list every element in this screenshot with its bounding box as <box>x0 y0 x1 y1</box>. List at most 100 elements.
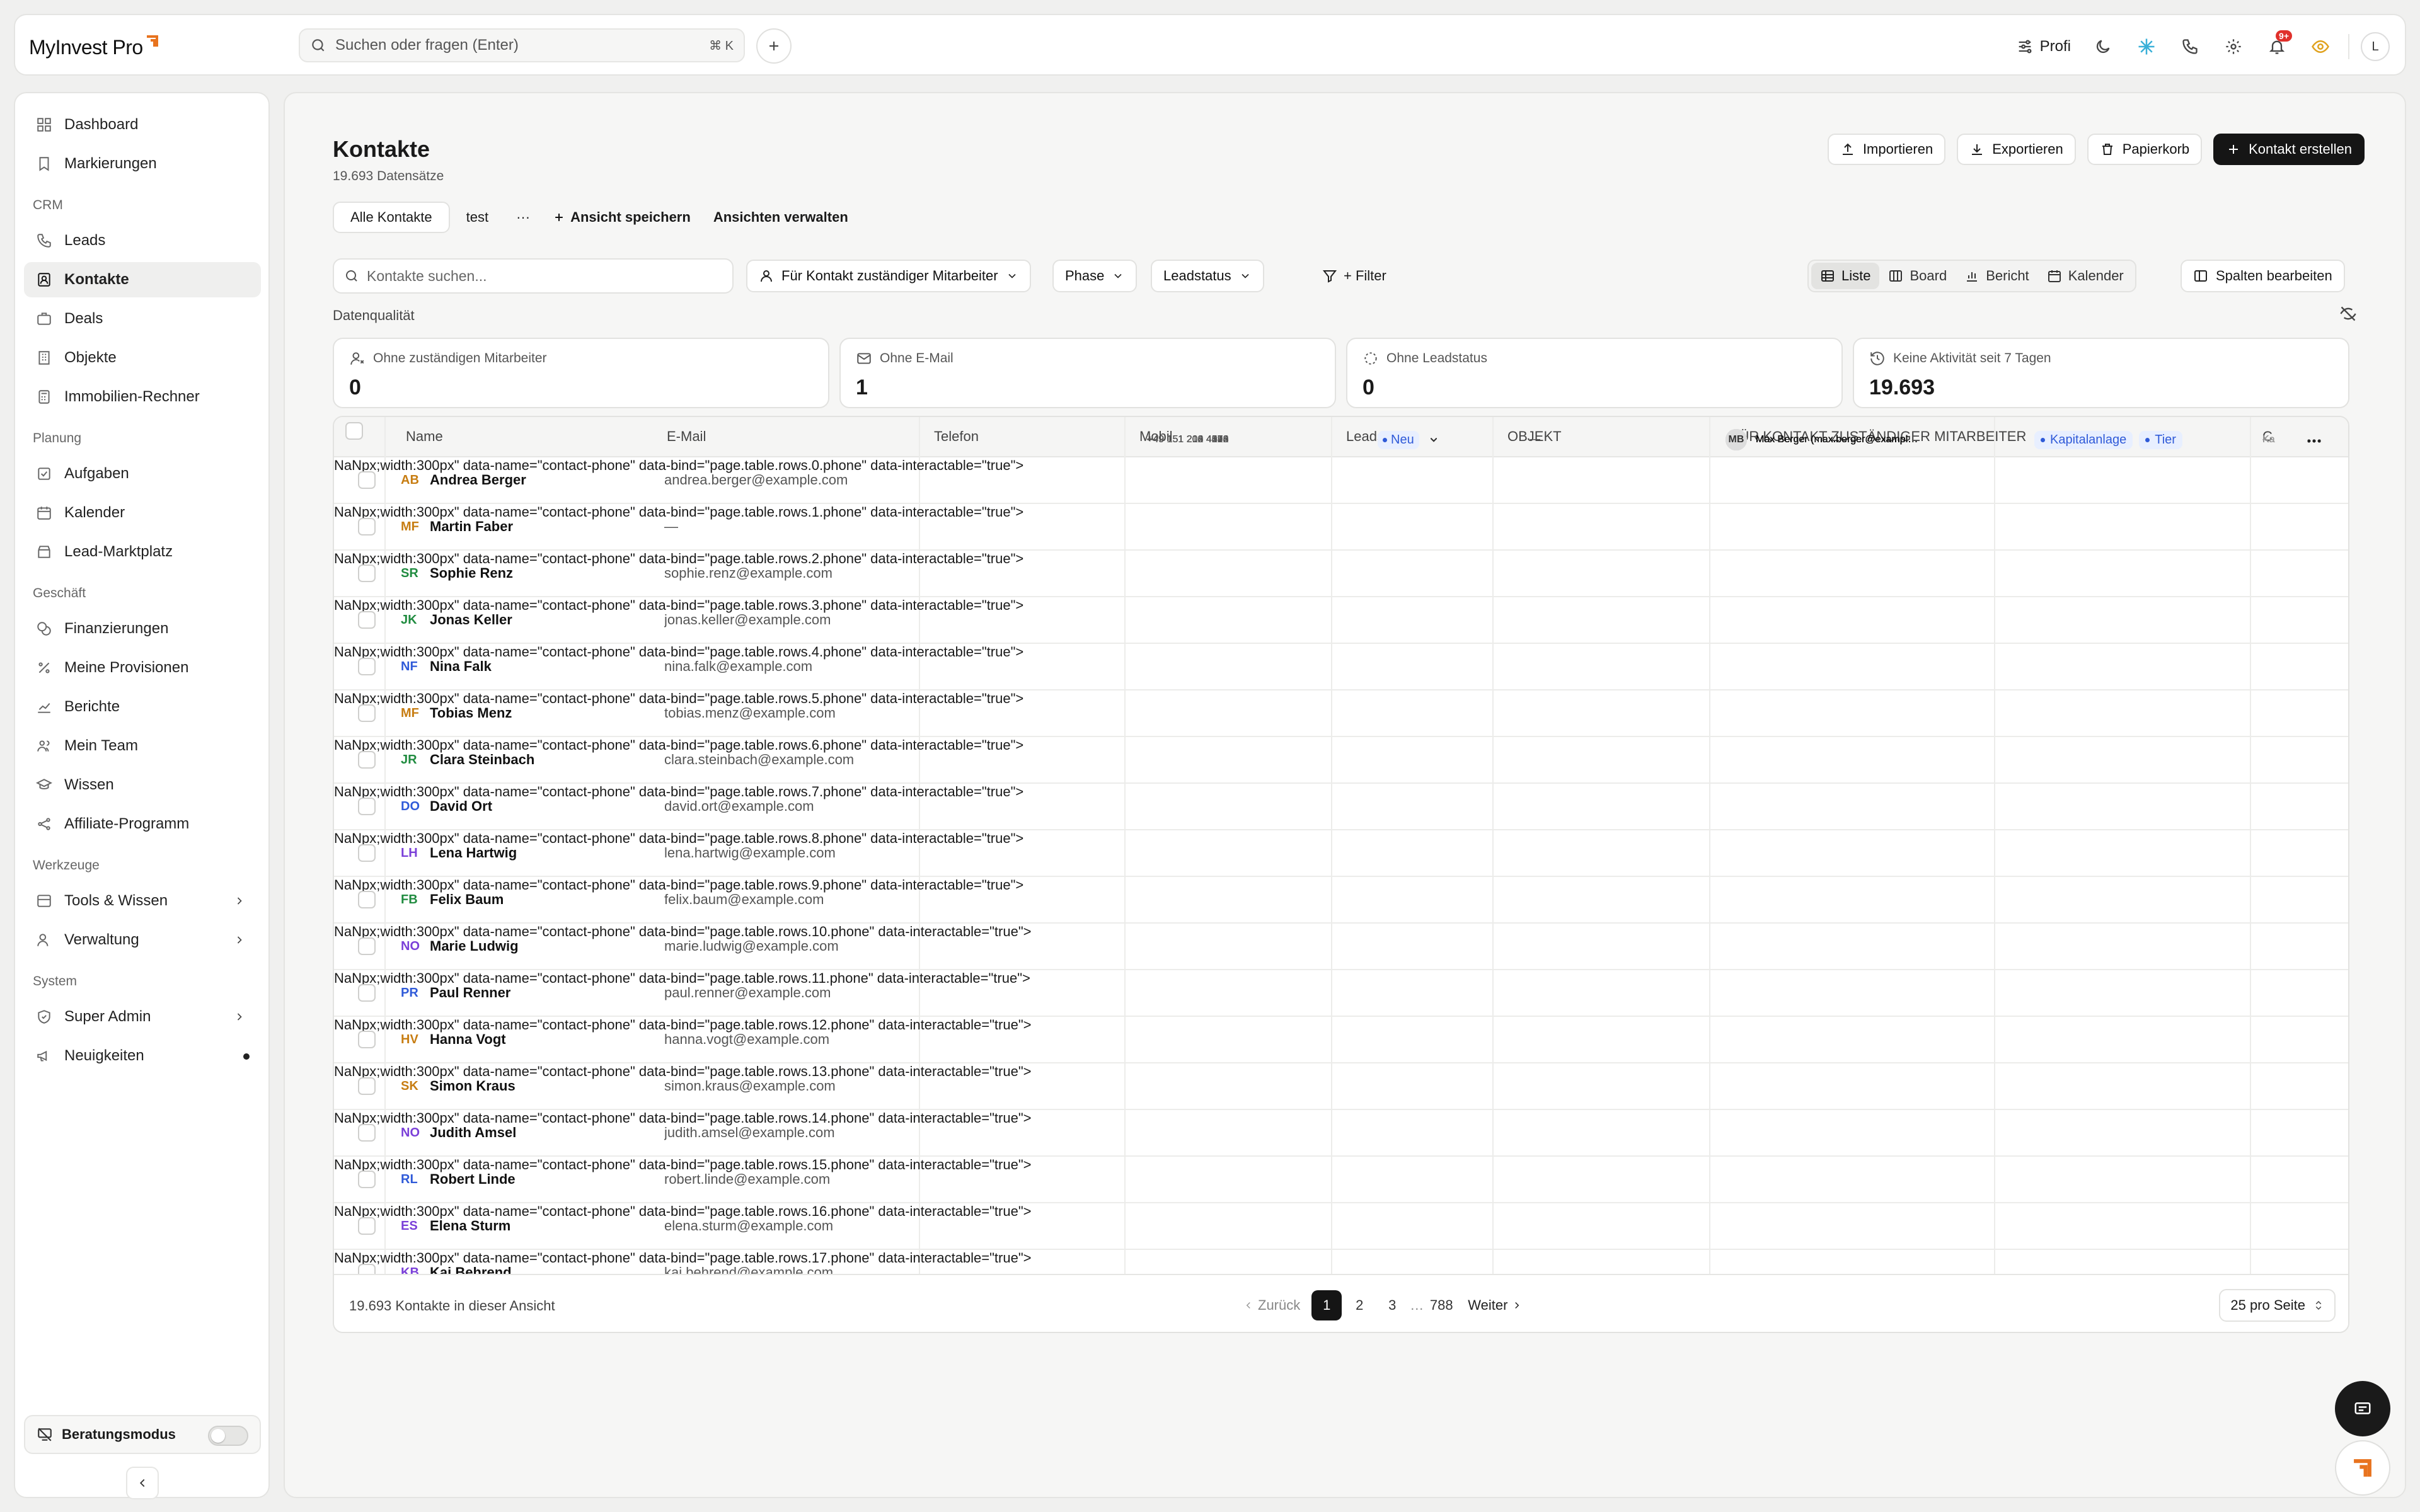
notifications-button[interactable]: 9+ <box>2261 30 2293 63</box>
add-filter-button[interactable]: + Filter <box>1322 260 1386 292</box>
contact-email[interactable]: paul.renner@example.com <box>664 970 916 1016</box>
quick-add-button[interactable] <box>756 28 792 64</box>
row-checkbox[interactable] <box>358 1124 376 1142</box>
user-avatar[interactable]: L <box>2361 32 2390 61</box>
page-button[interactable]: 3 <box>1377 1290 1407 1320</box>
next-page-button[interactable]: Weiter <box>1459 1290 1535 1320</box>
export-button[interactable]: Exportieren <box>1957 134 2076 165</box>
contact-name-cell[interactable]: AB Andrea Berger <box>401 457 653 503</box>
brand-assistant-button[interactable] <box>2335 1440 2390 1496</box>
contact-email[interactable]: sophie.renz@example.com <box>664 551 916 596</box>
table-row[interactable]: DO David Ort david.ort@example.com NaNpx;wi… <box>334 784 2348 830</box>
contact-search-input[interactable]: Kontakte suchen... <box>333 258 734 294</box>
sidebar-item-kontakte[interactable]: Kontakte <box>24 262 261 297</box>
phone-button[interactable] <box>2174 30 2206 63</box>
prev-page-button[interactable]: Zurück <box>1230 1290 1309 1320</box>
contact-email[interactable]: felix.baum@example.com <box>664 877 916 922</box>
contact-email[interactable]: simon.kraus@example.com <box>664 1063 916 1109</box>
contact-name-cell[interactable]: MF Tobias Menz <box>401 690 653 736</box>
contact-name-cell[interactable]: HV Hanna Vogt <box>401 1017 653 1062</box>
data-quality-card[interactable]: Ohne Leadstatus 0 <box>1346 338 1843 408</box>
row-checkbox[interactable] <box>358 658 376 675</box>
row-checkbox[interactable] <box>358 937 376 955</box>
sidebar-item-lead-marktplatz[interactable]: Lead-Marktplatz <box>24 534 261 570</box>
sidebar-item-finanzierungen[interactable]: Finanzierungen <box>24 611 261 646</box>
view-mode-calendar[interactable]: Kalender <box>2038 263 2133 289</box>
owner-cell[interactable]: MB Max Berger (max.berger@exampl… <box>1726 417 1984 462</box>
table-row[interactable]: SR Sophie Renz sophie.renz@example.com NaNp… <box>334 551 2348 597</box>
ai-assistant-button[interactable] <box>2130 30 2163 63</box>
contact-email[interactable]: nina.falk@example.com <box>664 644 916 689</box>
sidebar-item-meine-provisionen[interactable]: Meine Provisionen <box>24 650 261 685</box>
contact-email[interactable]: judith.amsel@example.com <box>664 1110 916 1155</box>
sidebar-item-aufgaben[interactable]: Aufgaben <box>24 456 261 491</box>
table-row[interactable]: SK Simon Kraus simon.kraus@example.com NaNp… <box>334 1063 2348 1110</box>
theme-toggle-button[interactable] <box>2087 30 2119 63</box>
page-button[interactable]: 1 <box>1311 1290 1342 1320</box>
per-page-select[interactable]: 25 pro Seite <box>2219 1289 2336 1322</box>
contact-mobile[interactable]: — <box>1147 417 1336 462</box>
collapse-sidebar-button[interactable] <box>126 1467 159 1499</box>
table-row[interactable]: ES Elena Sturm elena.sturm@example.com NaNp… <box>334 1203 2348 1250</box>
trash-button[interactable]: Papierkorb <box>2087 134 2203 165</box>
row-checkbox[interactable] <box>358 844 376 862</box>
contact-name-cell[interactable]: SR Sophie Renz <box>401 551 653 596</box>
table-row[interactable]: AB Andrea Berger andrea.berger@example.com… <box>334 457 2348 504</box>
row-checkbox[interactable] <box>358 1077 376 1095</box>
data-quality-card[interactable]: Ohne E-Mail 1 <box>839 338 1336 408</box>
table-row[interactable]: RL Robert Linde robert.linde@example.com Na… <box>334 1157 2348 1203</box>
sidebar-item-kalender[interactable]: Kalender <box>24 495 261 530</box>
owner-filter-dropdown[interactable]: Für Kontakt zuständiger Mitarbeiter <box>746 260 1031 292</box>
view-mode-board[interactable]: Board <box>1879 263 1956 289</box>
table-row[interactable]: JK Jonas Keller jonas.keller@example.com Na… <box>334 597 2348 644</box>
contact-name-cell[interactable]: NO Judith Amsel <box>401 1110 653 1155</box>
sidebar-item-neuigkeiten[interactable]: Neuigkeiten <box>24 1038 261 1074</box>
more-horizontal-icon[interactable] <box>2305 432 2323 450</box>
tab-test[interactable]: test <box>450 202 505 233</box>
col-email-header[interactable]: E-Mail <box>667 417 706 456</box>
table-row[interactable]: NO Marie Ludwig marie.ludwig@example.com Na… <box>334 924 2348 970</box>
edit-columns-button[interactable]: Spalten bearbeiten <box>2181 260 2345 292</box>
row-checkbox[interactable] <box>358 564 376 582</box>
sidebar-item-berichte[interactable]: Berichte <box>24 689 261 724</box>
page-button[interactable]: 788 <box>1426 1290 1456 1320</box>
sidebar-item-affiliate-programm[interactable]: Affiliate-Programm <box>24 806 261 842</box>
contact-name-cell[interactable]: JK Jonas Keller <box>401 597 653 643</box>
table-row[interactable]: NO Judith Amsel judith.amsel@example.com Na… <box>334 1110 2348 1157</box>
contact-email[interactable]: — <box>664 504 916 549</box>
table-row[interactable]: PR Paul Renner paul.renner@example.com NaNp… <box>334 970 2348 1017</box>
row-checkbox[interactable] <box>358 1217 376 1235</box>
row-checkbox[interactable] <box>358 611 376 629</box>
select-all-checkbox[interactable] <box>345 422 363 440</box>
contact-email[interactable]: robert.linde@example.com <box>664 1157 916 1202</box>
chat-button[interactable] <box>2335 1381 2390 1436</box>
table-row[interactable]: MF Tobias Menz tobias.menz@example.com NaNp… <box>334 690 2348 737</box>
view-mode-report[interactable]: Bericht <box>1956 263 2037 289</box>
profile-mode-button[interactable]: Profi <box>2016 38 2071 55</box>
col-telefon-header[interactable]: Telefon <box>934 417 979 456</box>
row-checkbox[interactable] <box>358 471 376 489</box>
contact-email[interactable]: hanna.vogt@example.com <box>664 1017 916 1062</box>
beratungsmodus-switch[interactable] <box>208 1426 248 1446</box>
row-checkbox[interactable] <box>358 891 376 908</box>
table-row[interactable]: FB Felix Baum felix.baum@example.com NaNpx;… <box>334 877 2348 924</box>
contact-name-cell[interactable]: FB Felix Baum <box>401 877 653 922</box>
contact-email[interactable]: elena.sturm@example.com <box>664 1203 916 1249</box>
contact-name-cell[interactable]: PR Paul Renner <box>401 970 653 1016</box>
contact-name-cell[interactable]: NF Nina Falk <box>401 644 653 689</box>
contact-name-cell[interactable]: LH Lena Hartwig <box>401 830 653 876</box>
contact-name-cell[interactable]: SK Simon Kraus <box>401 1063 653 1109</box>
sidebar-item-tools-wissen[interactable]: Tools & Wissen <box>24 883 261 919</box>
sidebar-item-immobilien-rechner[interactable]: Immobilien-Rechner <box>24 379 261 415</box>
sidebar-item-objekte[interactable]: Objekte <box>24 340 261 375</box>
sidebar-item-verwaltung[interactable]: Verwaltung <box>24 922 261 958</box>
data-quality-card[interactable]: Ohne zuständigen Mitarbeiter 0 <box>333 338 829 408</box>
contact-name-cell[interactable]: NO Marie Ludwig <box>401 924 653 969</box>
table-row[interactable]: NF Nina Falk nina.falk@example.com NaNpx;wi… <box>334 644 2348 690</box>
leadstatus-dropdown[interactable]: Neu <box>1378 417 1504 462</box>
row-checkbox[interactable] <box>358 984 376 1002</box>
tab-all-contacts[interactable]: Alle Kontakte <box>333 202 450 233</box>
view-mode-list[interactable]: Liste <box>1811 263 1880 289</box>
sidebar-item-wissen[interactable]: Wissen <box>24 767 261 803</box>
contact-name-cell[interactable]: JR Clara Steinbach <box>401 737 653 782</box>
